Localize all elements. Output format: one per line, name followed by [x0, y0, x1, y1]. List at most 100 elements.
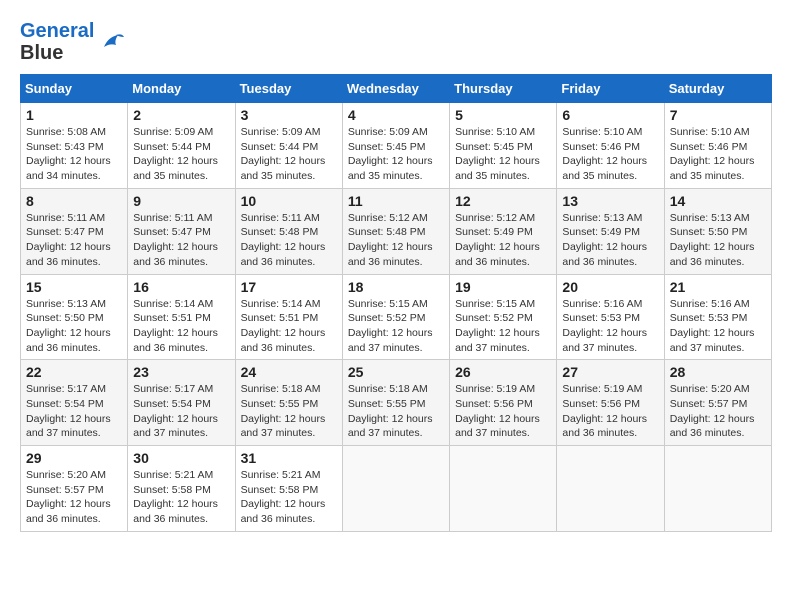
day-info: Sunrise: 5:11 AM Sunset: 5:47 PM Dayligh…	[133, 211, 229, 270]
table-row: 29 Sunrise: 5:20 AM Sunset: 5:57 PM Dayl…	[21, 446, 128, 532]
table-row: 23 Sunrise: 5:17 AM Sunset: 5:54 PM Dayl…	[128, 360, 235, 446]
day-info: Sunrise: 5:15 AM Sunset: 5:52 PM Dayligh…	[348, 297, 444, 356]
day-info: Sunrise: 5:09 AM Sunset: 5:44 PM Dayligh…	[133, 125, 229, 184]
daylight-label: Daylight: 12 hours and 35 minutes.	[133, 155, 218, 182]
day-info: Sunrise: 5:21 AM Sunset: 5:58 PM Dayligh…	[241, 468, 337, 527]
col-monday: Monday	[128, 75, 235, 103]
daylight-label: Daylight: 12 hours and 36 minutes.	[241, 327, 326, 354]
sunset-label: Sunset: 5:55 PM	[241, 398, 319, 410]
col-wednesday: Wednesday	[342, 75, 449, 103]
day-info: Sunrise: 5:10 AM Sunset: 5:46 PM Dayligh…	[670, 125, 766, 184]
sunset-label: Sunset: 5:44 PM	[133, 141, 211, 153]
daylight-label: Daylight: 12 hours and 36 minutes.	[133, 327, 218, 354]
day-info: Sunrise: 5:19 AM Sunset: 5:56 PM Dayligh…	[455, 382, 551, 441]
sunset-label: Sunset: 5:46 PM	[670, 141, 748, 153]
sunrise-label: Sunrise: 5:18 AM	[348, 383, 428, 395]
sunrise-label: Sunrise: 5:10 AM	[562, 126, 642, 138]
table-row: 5 Sunrise: 5:10 AM Sunset: 5:45 PM Dayli…	[450, 103, 557, 189]
day-info: Sunrise: 5:21 AM Sunset: 5:58 PM Dayligh…	[133, 468, 229, 527]
daylight-label: Daylight: 12 hours and 37 minutes.	[348, 327, 433, 354]
daylight-label: Daylight: 12 hours and 36 minutes.	[133, 498, 218, 525]
sunset-label: Sunset: 5:57 PM	[670, 398, 748, 410]
calendar-header-row: Sunday Monday Tuesday Wednesday Thursday…	[21, 75, 772, 103]
day-number: 22	[26, 364, 122, 380]
sunrise-label: Sunrise: 5:16 AM	[670, 298, 750, 310]
daylight-label: Daylight: 12 hours and 36 minutes.	[455, 241, 540, 268]
sunset-label: Sunset: 5:52 PM	[455, 312, 533, 324]
sunrise-label: Sunrise: 5:19 AM	[562, 383, 642, 395]
day-number: 29	[26, 450, 122, 466]
day-number: 4	[348, 107, 444, 123]
day-info: Sunrise: 5:11 AM Sunset: 5:48 PM Dayligh…	[241, 211, 337, 270]
sunset-label: Sunset: 5:52 PM	[348, 312, 426, 324]
table-row: 10 Sunrise: 5:11 AM Sunset: 5:48 PM Dayl…	[235, 188, 342, 274]
day-info: Sunrise: 5:18 AM Sunset: 5:55 PM Dayligh…	[241, 382, 337, 441]
day-info: Sunrise: 5:13 AM Sunset: 5:49 PM Dayligh…	[562, 211, 658, 270]
day-number: 8	[26, 193, 122, 209]
daylight-label: Daylight: 12 hours and 37 minutes.	[455, 327, 540, 354]
day-number: 30	[133, 450, 229, 466]
table-row: 9 Sunrise: 5:11 AM Sunset: 5:47 PM Dayli…	[128, 188, 235, 274]
col-thursday: Thursday	[450, 75, 557, 103]
daylight-label: Daylight: 12 hours and 35 minutes.	[241, 155, 326, 182]
sunrise-label: Sunrise: 5:10 AM	[670, 126, 750, 138]
daylight-label: Daylight: 12 hours and 37 minutes.	[26, 413, 111, 440]
sunrise-label: Sunrise: 5:09 AM	[241, 126, 321, 138]
day-info: Sunrise: 5:08 AM Sunset: 5:43 PM Dayligh…	[26, 125, 122, 184]
sunrise-label: Sunrise: 5:20 AM	[670, 383, 750, 395]
sunrise-label: Sunrise: 5:12 AM	[348, 212, 428, 224]
calendar-week-row: 22 Sunrise: 5:17 AM Sunset: 5:54 PM Dayl…	[21, 360, 772, 446]
day-info: Sunrise: 5:09 AM Sunset: 5:45 PM Dayligh…	[348, 125, 444, 184]
daylight-label: Daylight: 12 hours and 35 minutes.	[455, 155, 540, 182]
sunset-label: Sunset: 5:43 PM	[26, 141, 104, 153]
day-number: 7	[670, 107, 766, 123]
daylight-label: Daylight: 12 hours and 36 minutes.	[670, 241, 755, 268]
day-number: 27	[562, 364, 658, 380]
day-number: 21	[670, 279, 766, 295]
day-number: 11	[348, 193, 444, 209]
day-number: 23	[133, 364, 229, 380]
day-info: Sunrise: 5:09 AM Sunset: 5:44 PM Dayligh…	[241, 125, 337, 184]
daylight-label: Daylight: 12 hours and 37 minutes.	[562, 327, 647, 354]
table-row: 21 Sunrise: 5:16 AM Sunset: 5:53 PM Dayl…	[664, 274, 771, 360]
day-info: Sunrise: 5:14 AM Sunset: 5:51 PM Dayligh…	[241, 297, 337, 356]
sunset-label: Sunset: 5:56 PM	[562, 398, 640, 410]
day-info: Sunrise: 5:11 AM Sunset: 5:47 PM Dayligh…	[26, 211, 122, 270]
day-info: Sunrise: 5:17 AM Sunset: 5:54 PM Dayligh…	[133, 382, 229, 441]
logo-text: GeneralBlue	[20, 20, 94, 64]
table-row: 28 Sunrise: 5:20 AM Sunset: 5:57 PM Dayl…	[664, 360, 771, 446]
table-row: 11 Sunrise: 5:12 AM Sunset: 5:48 PM Dayl…	[342, 188, 449, 274]
page-header: GeneralBlue	[20, 20, 772, 64]
sunrise-label: Sunrise: 5:09 AM	[133, 126, 213, 138]
daylight-label: Daylight: 12 hours and 35 minutes.	[670, 155, 755, 182]
day-number: 31	[241, 450, 337, 466]
sunrise-label: Sunrise: 5:17 AM	[26, 383, 106, 395]
sunrise-label: Sunrise: 5:13 AM	[26, 298, 106, 310]
table-row: 13 Sunrise: 5:13 AM Sunset: 5:49 PM Dayl…	[557, 188, 664, 274]
daylight-label: Daylight: 12 hours and 36 minutes.	[241, 498, 326, 525]
calendar-week-row: 1 Sunrise: 5:08 AM Sunset: 5:43 PM Dayli…	[21, 103, 772, 189]
daylight-label: Daylight: 12 hours and 35 minutes.	[562, 155, 647, 182]
table-row: 27 Sunrise: 5:19 AM Sunset: 5:56 PM Dayl…	[557, 360, 664, 446]
sunrise-label: Sunrise: 5:12 AM	[455, 212, 535, 224]
sunset-label: Sunset: 5:47 PM	[26, 226, 104, 238]
daylight-label: Daylight: 12 hours and 36 minutes.	[348, 241, 433, 268]
sunset-label: Sunset: 5:56 PM	[455, 398, 533, 410]
day-info: Sunrise: 5:10 AM Sunset: 5:45 PM Dayligh…	[455, 125, 551, 184]
sunset-label: Sunset: 5:55 PM	[348, 398, 426, 410]
daylight-label: Daylight: 12 hours and 36 minutes.	[562, 413, 647, 440]
sunset-label: Sunset: 5:44 PM	[241, 141, 319, 153]
day-number: 24	[241, 364, 337, 380]
day-number: 6	[562, 107, 658, 123]
day-number: 15	[26, 279, 122, 295]
logo-bird-icon	[96, 27, 126, 57]
daylight-label: Daylight: 12 hours and 36 minutes.	[670, 413, 755, 440]
day-info: Sunrise: 5:19 AM Sunset: 5:56 PM Dayligh…	[562, 382, 658, 441]
day-info: Sunrise: 5:20 AM Sunset: 5:57 PM Dayligh…	[670, 382, 766, 441]
day-number: 3	[241, 107, 337, 123]
daylight-label: Daylight: 12 hours and 36 minutes.	[26, 327, 111, 354]
calendar-week-row: 8 Sunrise: 5:11 AM Sunset: 5:47 PM Dayli…	[21, 188, 772, 274]
day-info: Sunrise: 5:13 AM Sunset: 5:50 PM Dayligh…	[26, 297, 122, 356]
sunset-label: Sunset: 5:50 PM	[670, 226, 748, 238]
daylight-label: Daylight: 12 hours and 37 minutes.	[455, 413, 540, 440]
